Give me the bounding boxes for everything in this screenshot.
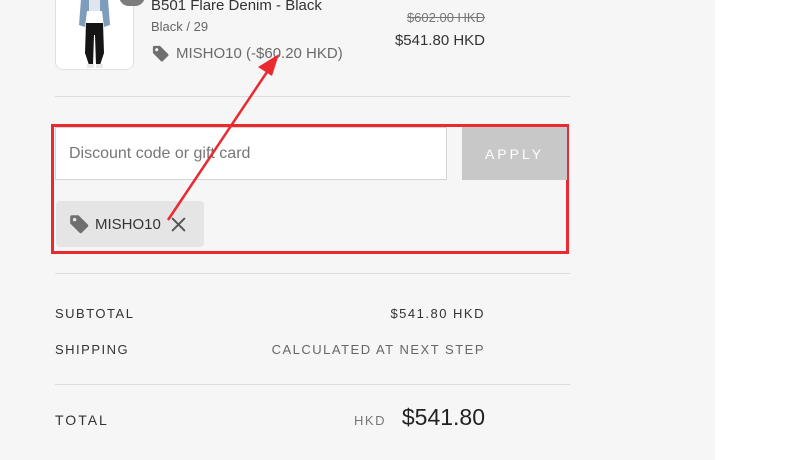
product-name: B501 Flare Denim - Black [151, 0, 322, 14]
applied-discount-tag: MISHO10 [56, 201, 204, 247]
apply-button[interactable]: APPLY [462, 127, 567, 180]
product-discount-text: MISHO10 (-$60.20 HKD) [176, 45, 343, 62]
total-currency: HKD [354, 413, 386, 428]
total-amount: $541.80 [401, 404, 485, 430]
product-variant: Black / 29 [151, 19, 209, 34]
product-discount-line: MISHO10 (-$60.20 HKD) [151, 44, 343, 63]
close-icon [171, 217, 186, 231]
product-thumbnail [55, 0, 134, 70]
price-original: $602.00 HKD [406, 10, 485, 25]
divider [55, 273, 570, 274]
divider [55, 96, 570, 97]
applied-discount-code: MISHO10 [95, 215, 161, 233]
tag-icon [70, 215, 89, 234]
remove-discount-button[interactable] [171, 217, 186, 232]
shipping-value: CALCULATED AT NEXT STEP [271, 342, 485, 357]
total-label: TOTAL [55, 412, 109, 428]
order-summary-panel: B501 Flare Denim - Black Black / 29 MISH… [0, 0, 715, 460]
subtotal-label: SUBTOTAL [55, 306, 135, 321]
discount-code-input[interactable] [55, 127, 447, 180]
shipping-label: SHIPPING [55, 342, 130, 357]
tag-icon [152, 45, 169, 62]
divider [55, 384, 570, 385]
subtotal-value: $541.80 HKD [390, 306, 485, 321]
jeans-product-image [56, 0, 133, 69]
price-final: $541.80 HKD [394, 32, 485, 49]
